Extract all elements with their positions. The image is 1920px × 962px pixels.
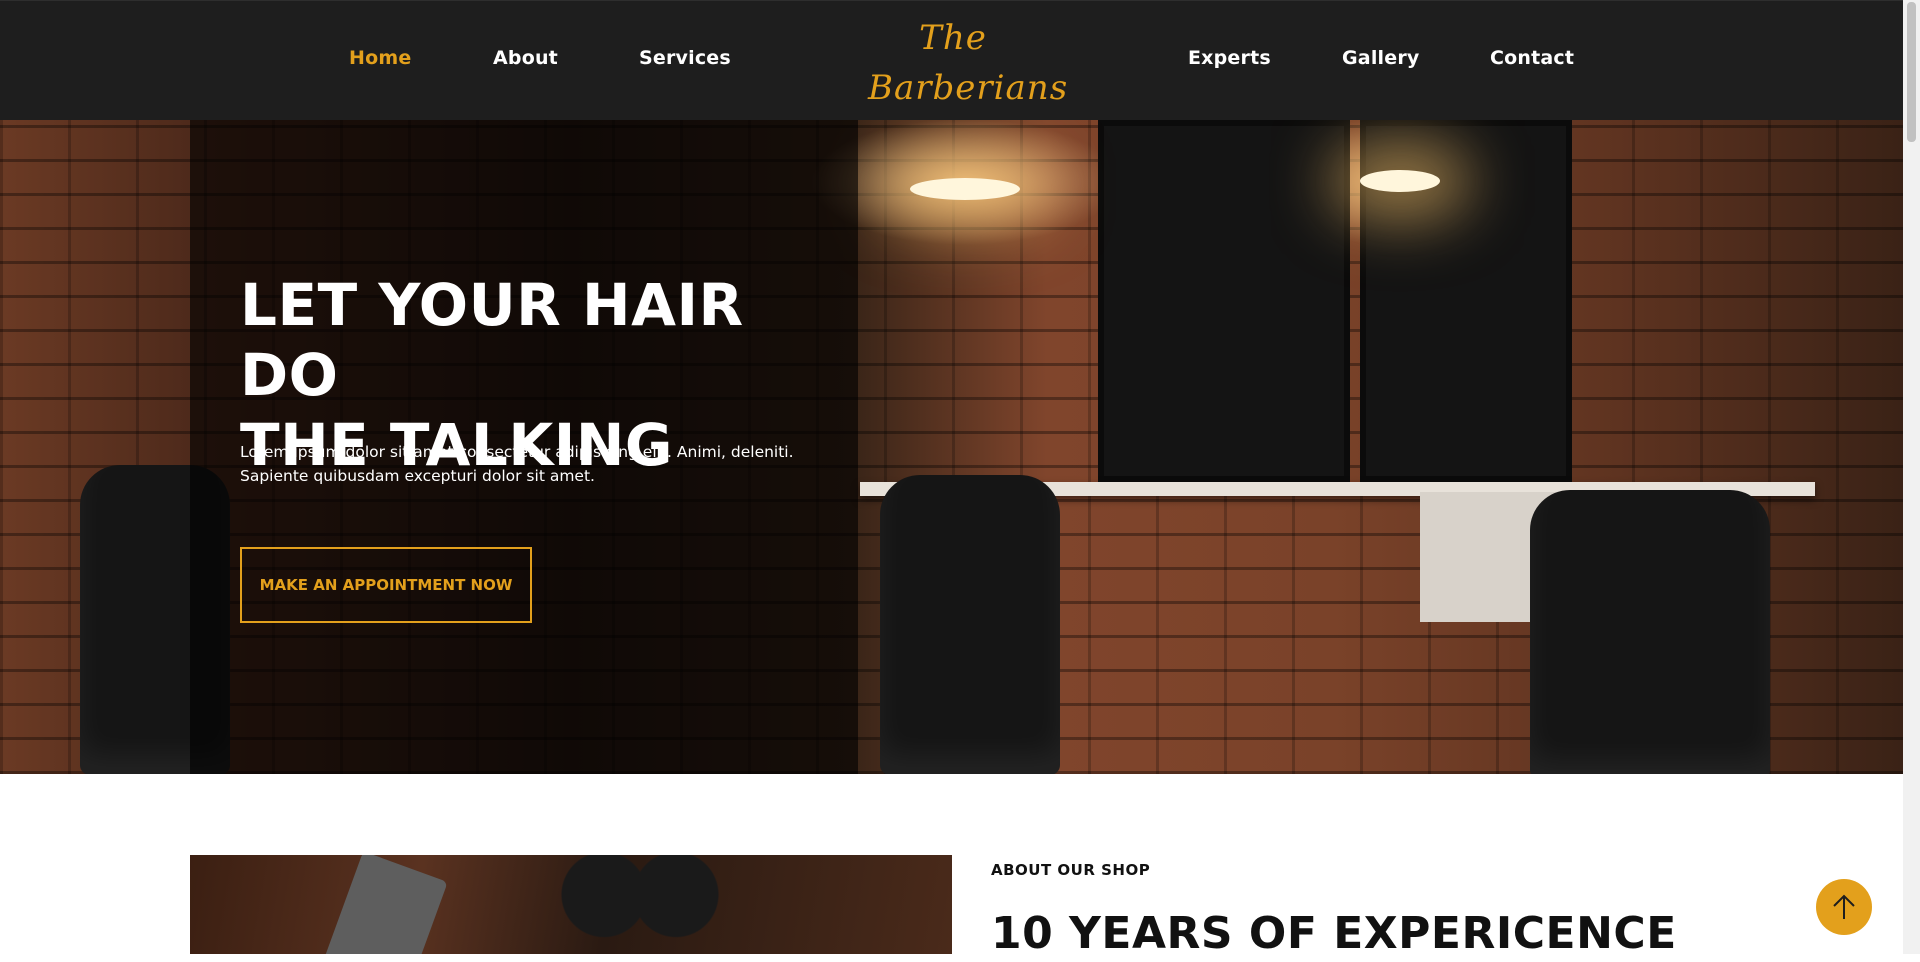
hero-lamp-right: [1360, 170, 1440, 192]
hero-chair-center: [880, 475, 1060, 774]
about-eyebrow: ABOUT OUR SHOP: [991, 861, 1151, 879]
logo-line-2: Barberians: [868, 68, 1069, 108]
hero-description-line-2: Sapiente quibusdam excepturi dolor sit a…: [240, 467, 595, 485]
hero-description-line-1: Lorem ipsum dolor sit amet consectetur a…: [240, 443, 794, 461]
nav-link-home[interactable]: Home: [349, 47, 411, 69]
arrow-up-icon: [1833, 894, 1855, 919]
nav-link-experts[interactable]: Experts: [1188, 47, 1271, 69]
nav-link-contact[interactable]: Contact: [1490, 47, 1574, 69]
page-scrollbar[interactable]: [1903, 0, 1920, 954]
logo-line-1: The: [919, 18, 987, 58]
about-image-tube: [322, 855, 448, 954]
appointment-button[interactable]: MAKE AN APPOINTMENT NOW: [240, 547, 532, 623]
hero-mirror-left: [1098, 120, 1350, 482]
nav-link-about[interactable]: About: [493, 47, 558, 69]
hero-title-line-1: LET YOUR HAIR DO: [240, 271, 744, 409]
hero-section: LET YOUR HAIR DO THE TALKING Lorem ipsum…: [0, 120, 1903, 774]
navbar: Home About Services The Barberians Exper…: [0, 0, 1903, 120]
hero-chair-right: [1530, 490, 1770, 774]
site-logo[interactable]: The Barberians: [868, 13, 1069, 113]
nav-link-gallery[interactable]: Gallery: [1342, 47, 1419, 69]
nav-link-services[interactable]: Services: [639, 47, 731, 69]
scrollbar-thumb[interactable]: [1907, 2, 1916, 142]
about-image: [190, 855, 952, 954]
scroll-top-button[interactable]: [1816, 879, 1872, 935]
hero-description: Lorem ipsum dolor sit amet consectetur a…: [240, 440, 840, 488]
about-image-figures: [550, 855, 730, 954]
hero-lamp-left: [910, 178, 1020, 200]
